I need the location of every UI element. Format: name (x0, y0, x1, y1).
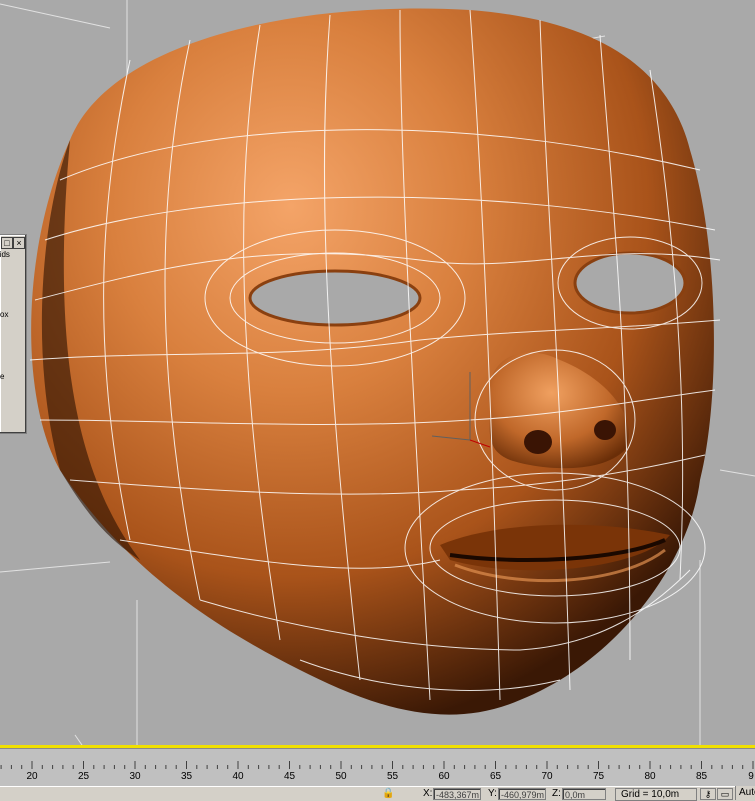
x-coordinate-field[interactable]: -483,367m (433, 788, 481, 800)
timeline-tick-label: 20 (26, 771, 38, 782)
face-mesh-render (0, 0, 755, 745)
trackbar[interactable] (0, 748, 755, 787)
timeline-ticks (0, 761, 754, 769)
right-eye-hole (573, 251, 687, 315)
timeline-tick-label: 75 (592, 771, 605, 782)
time-config-icon[interactable]: ▭ (717, 788, 733, 800)
panel-text-2: e (0, 372, 5, 381)
y-coordinate-field[interactable]: -460,979m (498, 788, 546, 800)
timeline-tick-label: 55 (386, 771, 399, 782)
lock-icon[interactable]: 🔒 (382, 787, 394, 800)
timeline-tick-label: 25 (77, 771, 90, 782)
key-icon[interactable]: ⚷ (700, 788, 716, 800)
y-label: Y: (488, 788, 497, 799)
panel-text: ox (0, 310, 9, 319)
timeline-tick-label: 30 (129, 771, 141, 782)
timeline-tick-label: 45 (283, 771, 296, 782)
panel-tab-label[interactable]: rids (0, 250, 24, 264)
timeline-tick-label: 60 (438, 771, 450, 782)
floating-panel[interactable]: □ × rids ox e (0, 234, 27, 434)
timeline-tick-label: 9 (748, 771, 754, 782)
z-coordinate-field[interactable]: 0,0m (562, 788, 606, 800)
timeline-tick-label: 35 (180, 771, 193, 782)
perspective-viewport[interactable]: □ × rids ox e (0, 0, 755, 745)
timeline-tick-label: 70 (541, 771, 553, 782)
timeline-tick-label: 65 (489, 771, 502, 782)
timeline-tick-label: 80 (644, 771, 656, 782)
timeline-tick-label: 50 (335, 771, 347, 782)
auto-key-button[interactable]: Auto (735, 786, 755, 800)
grid-spacing-readout: Grid = 10,0m (615, 788, 697, 801)
timeline-tick-label: 85 (695, 771, 708, 782)
left-eye-hole (248, 269, 422, 327)
status-bar: 🔒 X: -483,367m Y: -460,979m Z: 0,0m Grid… (0, 786, 755, 801)
close-icon[interactable]: × (13, 237, 25, 249)
z-label: Z: (552, 788, 561, 799)
restore-icon[interactable]: □ (1, 237, 13, 249)
head-shape (31, 8, 714, 715)
timeline-tick-label: 40 (232, 771, 244, 782)
x-label: X: (423, 788, 433, 799)
